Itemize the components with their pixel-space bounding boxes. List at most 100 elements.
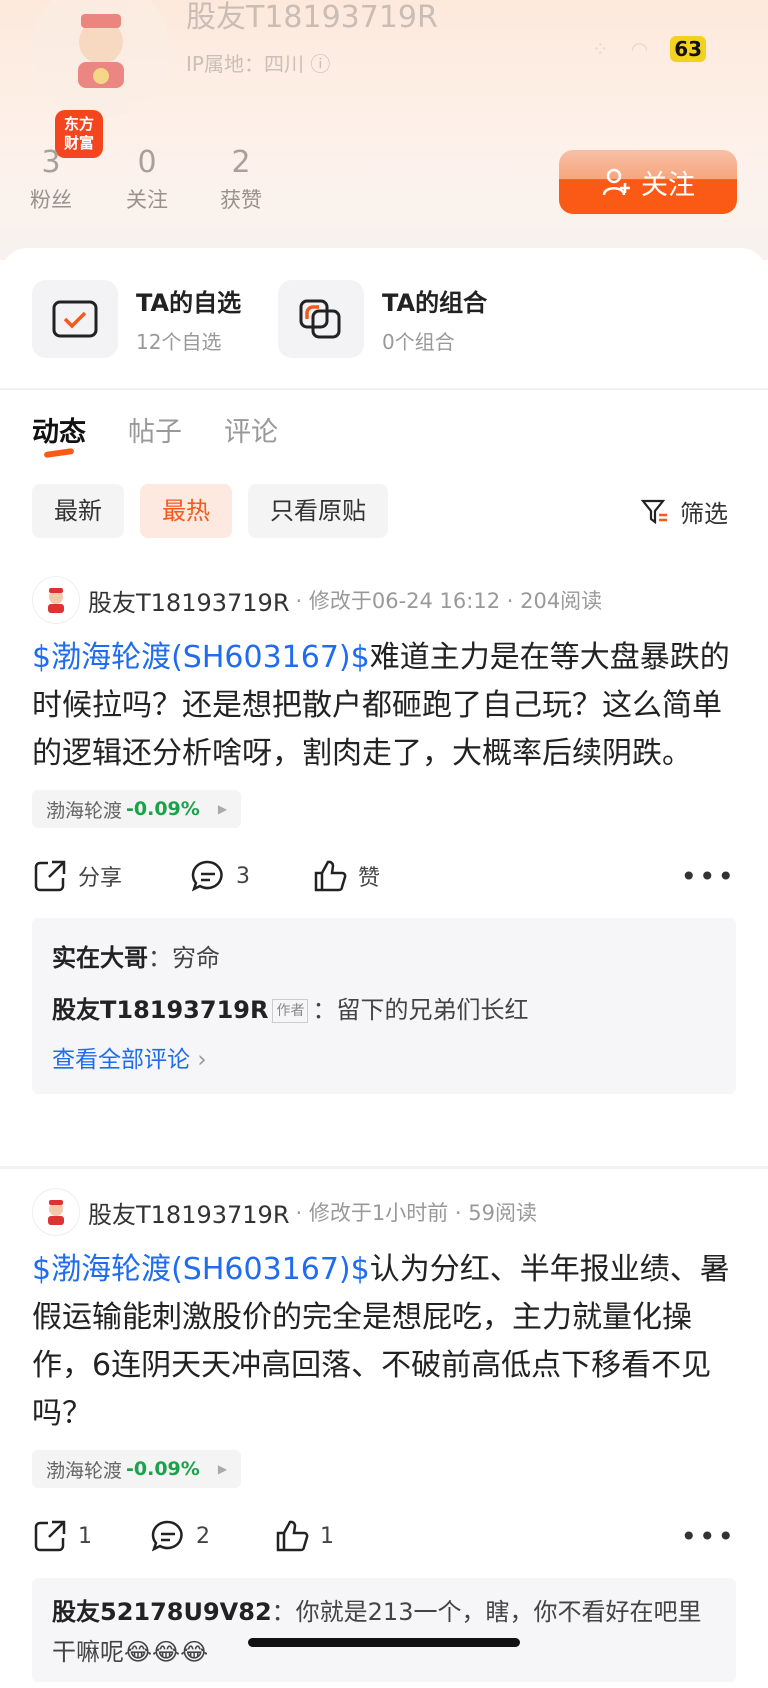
like-count: 1 — [320, 1523, 334, 1549]
post-card[interactable]: 股友T18193719R · 修改于1小时前 · 59阅读 $渤海轮渡(SH60… — [32, 1188, 736, 1682]
like-button[interactable]: 赞 — [312, 858, 380, 894]
comment-icon — [151, 1520, 183, 1552]
content-tabs: 动态 帖子 评论 — [32, 410, 278, 449]
stock-name: 渤海轮渡 — [46, 1459, 123, 1482]
stat-following[interactable]: 0 关注 — [126, 146, 168, 214]
more-options-icon[interactable]: ••• — [680, 860, 736, 893]
post-meta-info: · 修改于06-24 16:12 · 204阅读 — [295, 589, 603, 613]
post-card[interactable]: 股友T18193719R · 修改于06-24 16:12 · 204阅读 $渤… — [32, 576, 736, 1094]
comment-item: 股友52178U9V82：你就是213一个，瞎，你不看好在吧里干嘛呢😂😂😂 — [52, 1592, 716, 1672]
share-button[interactable]: 1 — [32, 1518, 150, 1554]
ip-location: IP属地：四川 ⓘ — [186, 48, 330, 77]
divider — [0, 388, 768, 390]
share-icon — [34, 1520, 66, 1552]
comment-count: 2 — [196, 1523, 210, 1549]
comment-button[interactable]: 2 — [150, 1518, 274, 1554]
chip-hottest[interactable]: 最热 — [140, 484, 232, 538]
info-icon[interactable]: ⓘ — [310, 52, 330, 76]
post-author[interactable]: 股友T18193719R — [88, 1195, 290, 1230]
stat-number: 3 — [41, 145, 61, 180]
post-meta: 股友T18193719R · 修改于06-24 16:12 · 204阅读 — [32, 576, 736, 624]
stock-name: 渤海轮渡 — [46, 799, 123, 822]
portfolio-count: 0个组合 — [382, 330, 455, 354]
comment-preview[interactable]: 实在大哥：穷命 股友T18193719R 作者 ：留下的兄弟们长红 查看全部评论 › — [32, 918, 736, 1094]
stat-followers[interactable]: 3 粉丝 — [30, 146, 72, 214]
watchlist-entry[interactable]: TA的自选 12个自选 — [32, 280, 241, 358]
comment-count: 3 — [236, 863, 250, 889]
author-tag: 作者 — [272, 999, 309, 1023]
portfolio-title: TA的组合 — [382, 289, 488, 317]
stat-label: 粉丝 — [30, 188, 72, 212]
thumbs-up-icon — [276, 1520, 309, 1552]
share-count: 1 — [78, 1523, 92, 1549]
post-content[interactable]: $渤海轮渡(SH603167)$认为分红、半年报业绩、暑假运输能刺激股价的完全是… — [32, 1246, 736, 1438]
like-label: 赞 — [358, 866, 381, 891]
comment-text: ：穷命 — [148, 944, 220, 972]
post-meta-info: · 修改于1小时前 · 59阅读 — [295, 1201, 537, 1225]
stat-label: 获赞 — [220, 188, 262, 212]
add-user-icon — [602, 168, 630, 196]
stock-quote-tag[interactable]: 渤海轮渡 -0.09% ▶ — [32, 1450, 242, 1488]
stock-link[interactable]: $渤海轮渡(SH603167)$ — [32, 640, 370, 675]
comment-item: 实在大哥：穷命 — [52, 932, 716, 984]
more-options-icon[interactable]: ••• — [680, 1520, 736, 1553]
commenter-name[interactable]: 股友T18193719R — [52, 996, 268, 1024]
follow-button[interactable]: 关注 — [559, 150, 737, 214]
stock-change: -0.09% — [126, 1458, 200, 1480]
portfolio-layers-icon — [278, 280, 364, 358]
like-button[interactable]: 1 — [274, 1518, 334, 1554]
cellular-signal-icon: ⁘ — [592, 37, 609, 61]
stat-number: 2 — [231, 145, 251, 180]
chip-latest[interactable]: 最新 — [32, 484, 124, 538]
filter-button[interactable]: 筛选 — [640, 494, 728, 529]
portfolio-entry[interactable]: TA的组合 0个组合 — [278, 280, 487, 358]
watchlist-check-icon — [32, 280, 118, 358]
sort-chips: 最新 最热 只看原贴 — [32, 484, 388, 538]
tab-activity[interactable]: 动态 — [32, 410, 86, 449]
caret-right-icon: ▶ — [217, 802, 228, 816]
stock-link[interactable]: $渤海轮渡(SH603167)$ — [32, 1252, 370, 1287]
follow-label: 关注 — [641, 169, 695, 201]
wifi-icon: ◠ — [630, 37, 649, 61]
post-divider — [0, 1166, 768, 1169]
home-indicator[interactable] — [248, 1638, 520, 1647]
post-author[interactable]: 股友T18193719R — [88, 583, 290, 618]
filter-funnel-icon — [640, 499, 667, 524]
share-icon — [34, 860, 66, 892]
comment-button[interactable]: 3 — [190, 858, 312, 894]
stat-label: 关注 — [126, 188, 168, 212]
share-button[interactable]: 分享 — [32, 858, 190, 894]
profile-username: 股友T18193719R — [186, 0, 438, 35]
post-actions: 1 2 1 ••• — [32, 1506, 736, 1566]
post-content[interactable]: $渤海轮渡(SH603167)$难道主力是在等大盘暴跌的时候拉吗？还是想把散户都… — [32, 634, 736, 778]
view-all-comments-link[interactable]: 查看全部评论 › — [52, 1036, 716, 1084]
thumbs-up-icon — [314, 860, 347, 892]
caret-right-icon: ▶ — [217, 1462, 228, 1476]
author-avatar[interactable] — [32, 576, 80, 624]
tab-posts[interactable]: 帖子 — [128, 410, 182, 449]
watchlist-count: 12个自选 — [136, 330, 222, 354]
caishen-avatar-icon — [48, 588, 64, 613]
tab-comments[interactable]: 评论 — [224, 410, 278, 449]
filter-label: 筛选 — [680, 500, 728, 528]
stat-number: 0 — [137, 145, 157, 180]
chevron-right-icon: › — [197, 1047, 207, 1073]
comment-text: ：留下的兄弟们长红 — [312, 996, 529, 1024]
view-all-label: 查看全部评论 — [52, 1047, 190, 1073]
status-bar: ⁘ ◠ 63 — [592, 36, 707, 62]
battery-level: 63 — [670, 36, 707, 62]
comment-icon — [191, 860, 223, 892]
comment-preview[interactable]: 股友52178U9V82：你就是213一个，瞎，你不看好在吧里干嘛呢😂😂😂 — [32, 1578, 736, 1682]
share-label: 分享 — [78, 866, 123, 891]
stat-likes[interactable]: 2 获赞 — [220, 146, 262, 214]
chip-original-only[interactable]: 只看原贴 — [248, 484, 388, 538]
comment-item: 股友T18193719R 作者 ：留下的兄弟们长红 — [52, 984, 716, 1036]
stock-change: -0.09% — [126, 798, 200, 820]
post-actions: 分享 3 赞 ••• — [32, 846, 736, 906]
watchlist-title: TA的自选 — [136, 289, 242, 317]
commenter-name[interactable]: 股友52178U9V82 — [52, 1598, 272, 1626]
stock-quote-tag[interactable]: 渤海轮渡 -0.09% ▶ — [32, 790, 242, 828]
author-avatar[interactable] — [32, 1188, 80, 1236]
ip-text: IP属地：四川 — [186, 52, 304, 76]
commenter-name[interactable]: 实在大哥 — [52, 944, 148, 972]
